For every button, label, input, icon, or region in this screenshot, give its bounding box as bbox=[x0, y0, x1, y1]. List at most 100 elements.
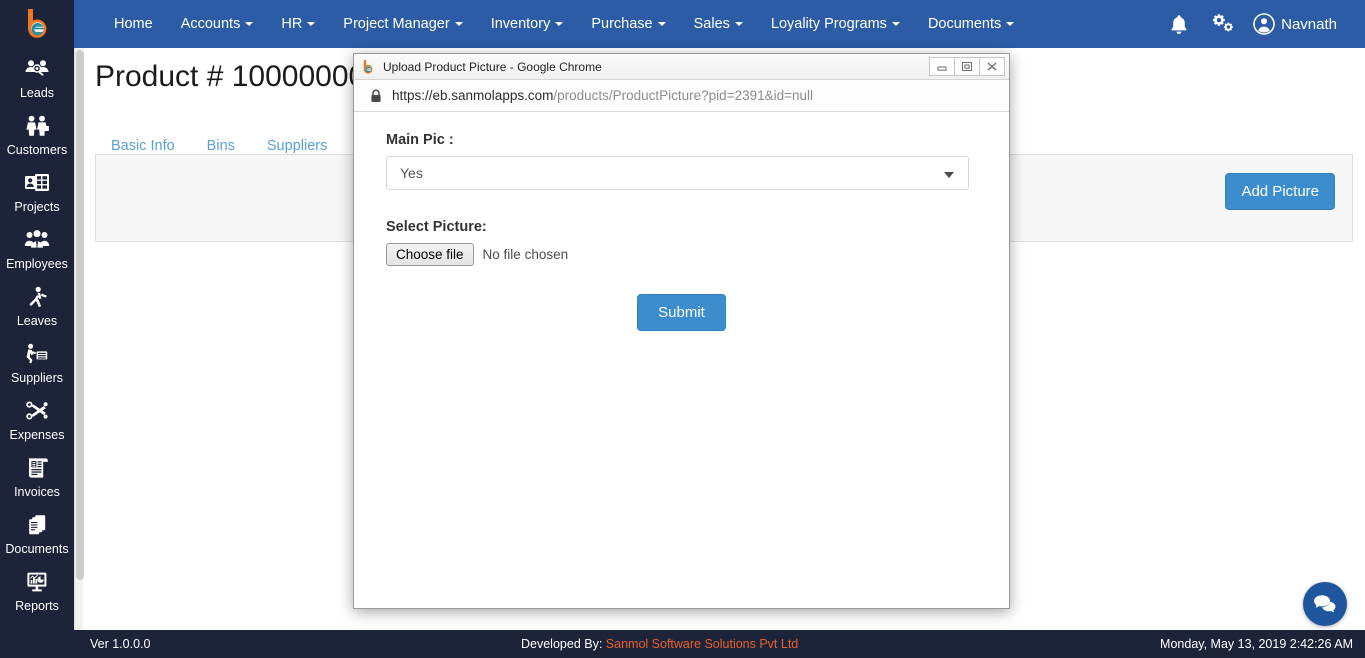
tab-label: Bins bbox=[206, 138, 235, 154]
chevron-down-icon bbox=[454, 22, 463, 26]
sidebar-item-suppliers[interactable]: Suppliers bbox=[0, 333, 74, 390]
sidebar-item-invoices[interactable]: Invoices bbox=[0, 447, 74, 504]
chevron-down-icon bbox=[1006, 22, 1015, 26]
nav-label: Sales bbox=[693, 16, 730, 32]
sidebar-item-reports[interactable]: Reports bbox=[0, 561, 74, 618]
nav-label: Home bbox=[114, 16, 153, 32]
choose-file-button[interactable]: Choose file bbox=[386, 243, 474, 266]
employees-icon bbox=[24, 225, 50, 255]
footer-developed-by-label: Developed By: bbox=[521, 637, 603, 651]
app-logo[interactable] bbox=[0, 0, 74, 48]
gears-icon bbox=[1213, 14, 1233, 32]
suppliers-icon bbox=[24, 339, 50, 369]
sidebar-item-label: Invoices bbox=[14, 485, 60, 499]
sidebar-scrollbar-thumb[interactable] bbox=[76, 50, 84, 580]
top-nav-items: Home Accounts HR Project Manager Invento… bbox=[100, 0, 1028, 48]
user-menu[interactable]: Navnath bbox=[1245, 0, 1347, 48]
nav-hr[interactable]: HR bbox=[267, 0, 329, 48]
leads-icon bbox=[24, 54, 50, 84]
chat-button[interactable] bbox=[1303, 582, 1347, 626]
nav-label: Loyality Programs bbox=[770, 16, 887, 32]
nav-purchase[interactable]: Purchase bbox=[577, 0, 679, 48]
user-circle-icon bbox=[1253, 13, 1275, 35]
sidebar-item-customers[interactable]: Customers bbox=[0, 105, 74, 162]
top-navbar: Home Accounts HR Project Manager Invento… bbox=[74, 0, 1365, 48]
customers-icon bbox=[24, 111, 50, 141]
select-picture-label: Select Picture: bbox=[386, 219, 487, 235]
nav-documents[interactable]: Documents bbox=[914, 0, 1028, 48]
nav-loyality-programs[interactable]: Loyality Programs bbox=[757, 0, 914, 48]
popup-url-text: https://eb.sanmolapps.com/products/Produ… bbox=[392, 88, 813, 103]
file-name-text: No file chosen bbox=[482, 247, 569, 262]
chevron-down-icon bbox=[944, 172, 954, 178]
documents-icon bbox=[24, 510, 50, 540]
popup-window-title: Upload Product Picture - Google Chrome bbox=[383, 59, 602, 74]
projects-icon bbox=[24, 168, 50, 198]
close-button[interactable] bbox=[979, 57, 1005, 76]
sidebar-item-leaves[interactable]: Leaves bbox=[0, 276, 74, 333]
notifications-button[interactable] bbox=[1157, 0, 1201, 48]
sidebar-item-projects[interactable]: Projects bbox=[0, 162, 74, 219]
tab-bins[interactable]: Bins bbox=[191, 138, 251, 154]
sidebar-item-documents[interactable]: Documents bbox=[0, 504, 74, 561]
window-controls bbox=[929, 57, 1005, 76]
main-pic-select[interactable]: Yes bbox=[386, 156, 969, 190]
sidebar-item-leads[interactable]: Leads bbox=[0, 48, 74, 105]
product-tabs: Basic Info Bins Suppliers bbox=[95, 122, 343, 154]
popup-url-bar[interactable]: https://eb.sanmolapps.com/products/Produ… bbox=[354, 80, 1009, 112]
sidebar-item-expenses[interactable]: Expenses bbox=[0, 390, 74, 447]
sidebar-item-label: Documents bbox=[5, 542, 69, 556]
url-host: https://eb.sanmolapps.com bbox=[392, 88, 554, 103]
nav-accounts[interactable]: Accounts bbox=[167, 0, 268, 48]
nav-label: Inventory bbox=[490, 16, 551, 32]
tab-suppliers[interactable]: Suppliers bbox=[251, 138, 343, 154]
nav-label: HR bbox=[281, 16, 303, 32]
sanmol-b-logo-icon bbox=[27, 9, 47, 38]
maximize-button[interactable] bbox=[954, 57, 980, 76]
nav-label: Documents bbox=[927, 16, 1002, 32]
minimize-icon bbox=[937, 66, 947, 71]
url-path: /products/ProductPicture?pid=2391&id=nul… bbox=[553, 88, 814, 103]
user-name: Navnath bbox=[1281, 15, 1337, 33]
sidebar-item-label: Leads bbox=[19, 86, 55, 100]
footer-version: Ver 1.0.0.0 bbox=[90, 637, 151, 651]
nav-label: Accounts bbox=[180, 16, 241, 32]
sidebar-item-employees[interactable]: Employees bbox=[0, 219, 74, 276]
sidebar-item-label: Leaves bbox=[16, 314, 58, 328]
footer-datetime: Monday, May 13, 2019 2:42:26 AM bbox=[1160, 637, 1353, 651]
nav-home[interactable]: Home bbox=[100, 0, 167, 48]
sidebar-item-label: Employees bbox=[6, 257, 68, 271]
settings-button[interactable] bbox=[1201, 0, 1245, 48]
tab-label: Suppliers bbox=[266, 138, 328, 154]
tab-label: Basic Info bbox=[111, 138, 175, 154]
file-input-row[interactable]: Choose file No file chosen bbox=[386, 243, 977, 266]
nav-sales[interactable]: Sales bbox=[680, 0, 757, 48]
app-root: Leads Customers Projects Employees Leave… bbox=[0, 0, 1365, 658]
maximize-icon bbox=[962, 62, 972, 71]
main-pic-label: Main Pic : bbox=[386, 132, 454, 148]
reports-icon bbox=[24, 567, 50, 597]
leaves-icon bbox=[24, 282, 50, 312]
page-title: Product # 10000000 bbox=[95, 60, 366, 93]
invoices-icon bbox=[24, 453, 50, 483]
upload-form: Main Pic : Yes Select Picture: Choose fi… bbox=[354, 112, 1009, 607]
minimize-button[interactable] bbox=[929, 57, 955, 76]
chevron-down-icon bbox=[555, 22, 564, 26]
expenses-icon bbox=[24, 396, 50, 426]
sidebar-item-label: Suppliers bbox=[10, 371, 64, 385]
main-pic-selected-value: Yes bbox=[400, 165, 423, 181]
tab-basic-info[interactable]: Basic Info bbox=[95, 138, 191, 154]
nav-project-manager[interactable]: Project Manager bbox=[329, 0, 476, 48]
sidebar-items: Leads Customers Projects Employees Leave… bbox=[0, 48, 74, 630]
footer-company-link[interactable]: Sanmol Software Solutions Pvt Ltd bbox=[606, 637, 798, 651]
footer-developed-by: Developed By: Sanmol Software Solutions … bbox=[521, 637, 798, 651]
chevron-down-icon bbox=[657, 22, 666, 26]
close-icon bbox=[987, 62, 997, 71]
popup-titlebar[interactable]: Upload Product Picture - Google Chrome bbox=[354, 54, 1009, 80]
chat-bubbles-icon bbox=[1314, 595, 1336, 613]
left-sidebar: Leads Customers Projects Employees Leave… bbox=[0, 0, 74, 630]
submit-button[interactable]: Submit bbox=[637, 294, 726, 331]
add-picture-button[interactable]: Add Picture bbox=[1225, 173, 1335, 210]
nav-inventory[interactable]: Inventory bbox=[477, 0, 578, 48]
sidebar-scrollbar[interactable] bbox=[74, 48, 84, 630]
